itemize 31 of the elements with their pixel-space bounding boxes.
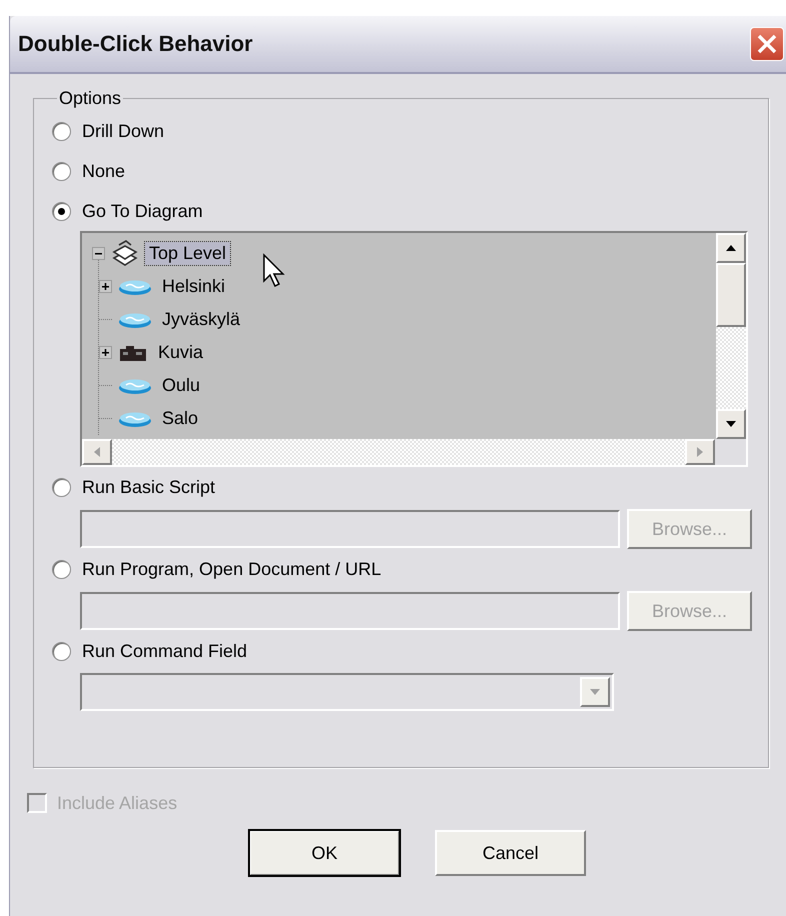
collapse-icon[interactable] xyxy=(92,247,105,260)
expand-icon[interactable] xyxy=(99,346,112,359)
radio-button[interactable] xyxy=(52,122,71,140)
tree-item[interactable]: Salo xyxy=(158,407,202,430)
scroll-down-icon[interactable] xyxy=(725,420,737,428)
close-button[interactable] xyxy=(750,27,784,61)
tree-item[interactable]: Kuvia xyxy=(154,341,208,364)
window-title: Double-Click Behavior xyxy=(18,31,253,57)
cancel-button[interactable]: Cancel xyxy=(435,830,586,876)
radio-label: None xyxy=(82,160,126,182)
radio-label: Run Program, Open Document / URL xyxy=(82,558,382,580)
scroll-up-icon[interactable] xyxy=(725,244,737,252)
tree-item[interactable]: Helsinki xyxy=(158,275,230,298)
close-icon xyxy=(756,33,778,55)
tree-item[interactable]: Jyväskylä xyxy=(158,308,244,331)
group-label: Options xyxy=(58,88,122,109)
tree-item[interactable]: Oulu xyxy=(158,374,204,397)
scrollbar-corner xyxy=(715,439,746,465)
tree-item[interactable]: Top Level xyxy=(145,242,230,265)
layers-icon xyxy=(111,238,139,268)
radio-label: Run Command Field xyxy=(82,640,248,662)
expand-icon[interactable] xyxy=(99,280,112,293)
checkbox-label: Include Aliases xyxy=(57,792,178,814)
radio-label: Drill Down xyxy=(82,120,164,142)
cursor-icon xyxy=(262,253,288,289)
radio-button[interactable] xyxy=(52,202,71,220)
radio-label: Run Basic Script xyxy=(82,476,216,498)
radio-button[interactable] xyxy=(52,162,71,180)
vertical-scrollbar[interactable] xyxy=(715,233,746,439)
ok-button[interactable]: OK xyxy=(249,830,400,876)
radio-label: Go To Diagram xyxy=(82,200,203,222)
